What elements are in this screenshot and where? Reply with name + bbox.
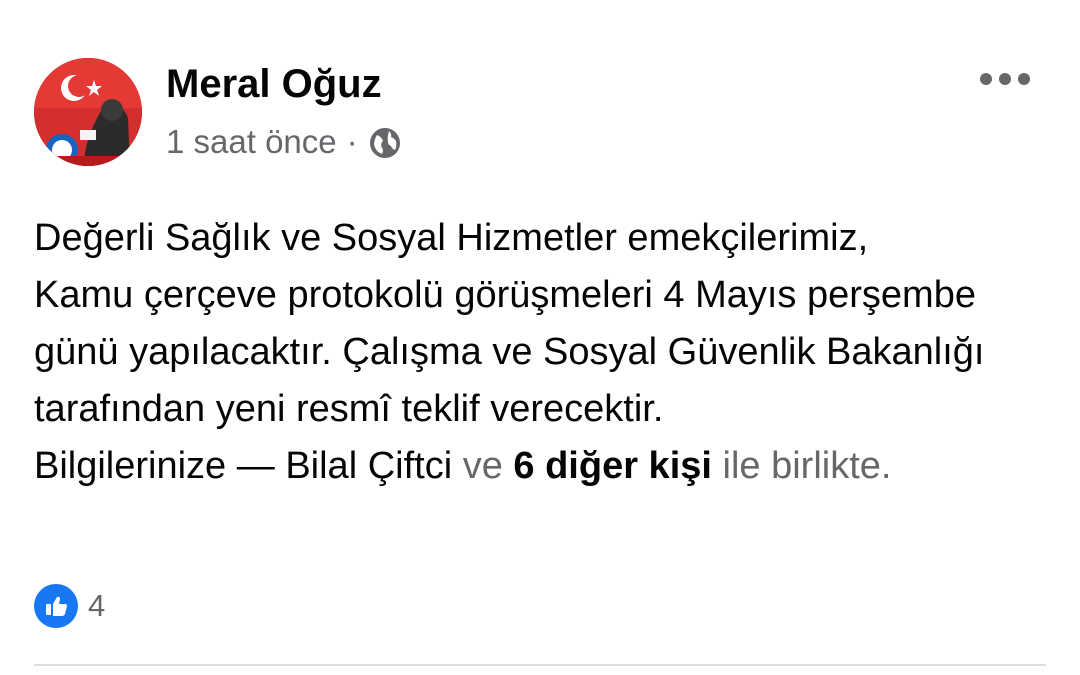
more-horizontal-icon: [980, 73, 992, 85]
tagged-person-link[interactable]: Bilal Çiftci: [285, 445, 452, 487]
divider: [34, 664, 1046, 666]
avatar[interactable]: [34, 58, 142, 166]
avatar-image: [34, 58, 142, 166]
post-body: Değerli Sağlık ve Sosyal Hizmetler emekç…: [34, 210, 1044, 495]
more-dot: [999, 73, 1011, 85]
globe-icon[interactable]: [368, 126, 402, 160]
more-options-button[interactable]: [980, 62, 1030, 96]
reactions-summary[interactable]: 4: [34, 584, 105, 628]
meta-separator: ·: [346, 123, 358, 160]
tag-dash: —: [236, 445, 275, 487]
tag-suffix: ile birlikte.: [722, 445, 892, 487]
post-text-line: Kamu çerçeve protokolü görüşmeleri 4 May…: [34, 274, 985, 430]
tag-prefix: Bilgilerinize: [34, 445, 227, 487]
reaction-count: 4: [88, 588, 106, 623]
tagged-others-link[interactable]: 6 diğer kişi: [513, 445, 712, 487]
post-timestamp[interactable]: 1 saat önce: [166, 123, 337, 161]
post-text-line: Değerli Sağlık ve Sosyal Hizmetler emekç…: [34, 217, 869, 259]
more-dot: [1018, 73, 1030, 85]
tag-conjunction: ve: [462, 445, 503, 487]
facebook-post: Meral Oğuz 1 saat önce · Değerli Sağlık …: [0, 0, 1080, 675]
tag-line: Bilgilerinize — Bilal Çiftci ve 6 diğer …: [34, 438, 1044, 495]
like-icon: [34, 584, 78, 628]
author-name[interactable]: Meral Oğuz: [166, 60, 382, 108]
post-meta: 1 saat önce ·: [166, 120, 402, 164]
